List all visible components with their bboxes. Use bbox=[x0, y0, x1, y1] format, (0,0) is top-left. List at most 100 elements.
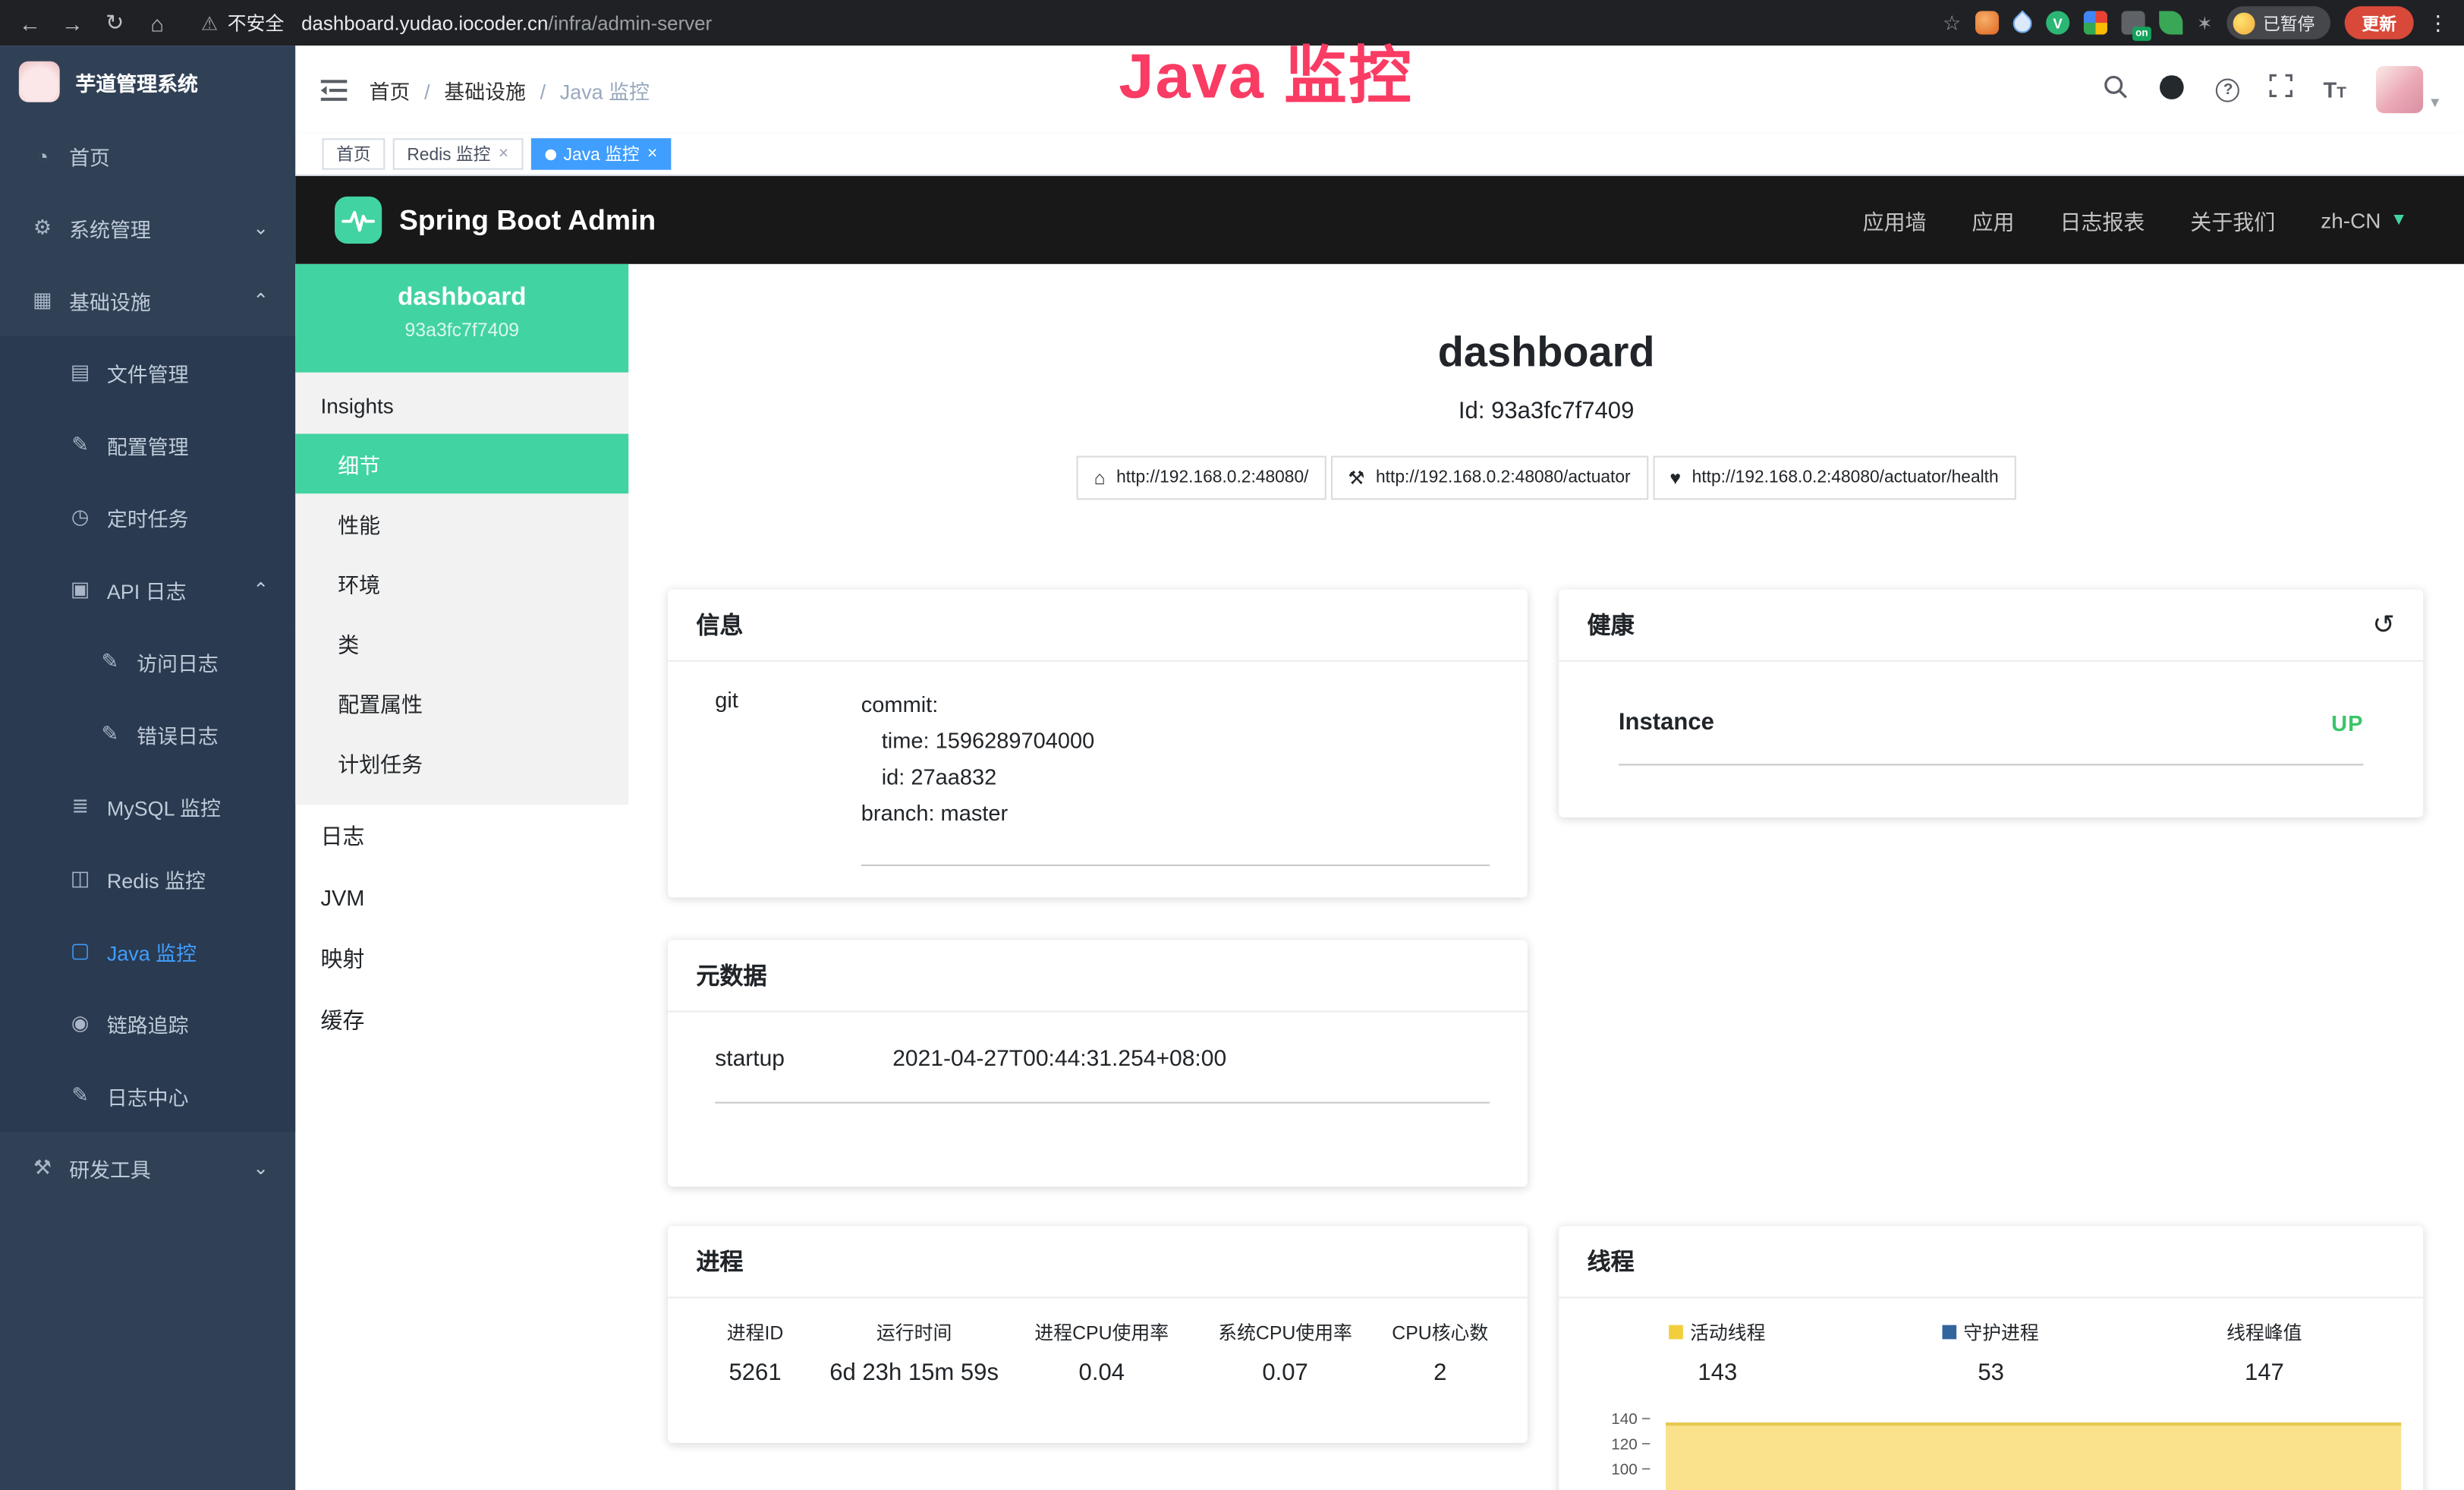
history-icon[interactable]: ↺ bbox=[2372, 609, 2395, 640]
sba-logo-icon bbox=[335, 197, 382, 244]
chevron-down-icon: ⌄ bbox=[253, 1157, 269, 1179]
process-col-uptime: 运行时间 6d 23h 15m 59s bbox=[820, 1318, 1008, 1386]
metadata-card-header: 元数据 bbox=[668, 940, 1528, 1012]
java-monitor-icon: ▢ bbox=[68, 938, 93, 963]
sba-main: dashboard Id: 93a3fc7f7409 ⌂ http://192.… bbox=[628, 264, 2464, 1490]
sidebar-item-access-log[interactable]: ✎ 访问日志 bbox=[0, 625, 295, 698]
instance-header[interactable]: dashboard 93a3fc7f7409 bbox=[295, 264, 628, 373]
sba-nav-about[interactable]: 关于我们 bbox=[2190, 204, 2275, 235]
warning-icon: ⚠ bbox=[201, 12, 218, 34]
leaf-extension-icon[interactable] bbox=[2159, 11, 2182, 34]
hamburger-icon[interactable] bbox=[295, 78, 369, 102]
sba-item-details[interactable]: 细节 bbox=[295, 434, 628, 494]
search-icon[interactable] bbox=[2104, 73, 2129, 106]
grid-extension-icon[interactable] bbox=[2084, 11, 2107, 34]
sba-item-environment[interactable]: 环境 bbox=[295, 553, 628, 613]
actuator-url-link[interactable]: ⚒ http://192.168.0.2:48080/actuator bbox=[1330, 456, 1647, 500]
site-security[interactable]: ⚠ 不安全 bbox=[201, 9, 284, 36]
legend-daemon-threads: 守护进程 53 bbox=[1854, 1318, 2127, 1386]
breadcrumb-infra[interactable]: 基础设施 bbox=[444, 74, 559, 104]
sidebar-item-redis[interactable]: ◫ Redis 监控 bbox=[0, 843, 295, 915]
annotation-java-monitor: Java 监控 bbox=[1119, 25, 1412, 116]
pin-extension-icon[interactable]: ✶ bbox=[2197, 12, 2213, 34]
forward-icon[interactable]: → bbox=[58, 10, 87, 35]
process-col-cores: CPU核心数 2 bbox=[1375, 1318, 1506, 1386]
breadcrumb-home[interactable]: 首页 bbox=[370, 74, 445, 104]
page-instance-id: Id: 93a3fc7f7409 bbox=[628, 398, 2464, 424]
github-icon[interactable] bbox=[2158, 71, 2186, 108]
close-icon[interactable]: × bbox=[647, 145, 657, 164]
close-icon[interactable]: × bbox=[499, 145, 508, 164]
sba-brand[interactable]: Spring Boot Admin bbox=[295, 197, 656, 244]
sidebar-item-infra[interactable]: ▦ 基础设施 ⌃ bbox=[0, 264, 295, 336]
threads-legend: 活动线程 143 守护进程 53 线程峰值 147 bbox=[1559, 1298, 2423, 1386]
sidebar-item-mysql[interactable]: ≣ MySQL 监控 bbox=[0, 770, 295, 843]
sidebar-item-api-log[interactable]: ▣ API 日志 ⌃ bbox=[0, 553, 295, 625]
admin-menu: ◔ 首页 ⚙ 系统管理 ⌄ ▦ 基础设施 ⌃ ▤ 文件管理 ✎ 配置管理 bbox=[0, 119, 295, 1204]
sba-item-logs[interactable]: 日志 bbox=[295, 805, 628, 866]
sba-item-classes[interactable]: 类 bbox=[295, 613, 628, 673]
process-col-system-cpu: 系统CPU使用率 0.07 bbox=[1195, 1318, 1374, 1386]
sba-item-config-props[interactable]: 配置属性 bbox=[295, 673, 628, 732]
health-instance-row[interactable]: Instance UP bbox=[1619, 709, 2364, 766]
refresh-icon[interactable]: ↻ bbox=[101, 9, 129, 36]
sidebar-item-config[interactable]: ✎ 配置管理 bbox=[0, 408, 295, 480]
sidebar-item-job[interactable]: ◷ 定时任务 bbox=[0, 481, 295, 553]
sba-item-metrics[interactable]: 性能 bbox=[295, 493, 628, 553]
sidebar-item-dev-tools[interactable]: ⚒ 研发工具 ⌄ bbox=[0, 1132, 295, 1204]
tag-java-monitor[interactable]: Java 监控 × bbox=[530, 138, 672, 169]
update-button[interactable]: 更新 bbox=[2345, 6, 2414, 39]
gauge-icon: ◔ bbox=[30, 143, 55, 167]
infra-icon: ▦ bbox=[30, 288, 55, 313]
help-icon[interactable]: ? bbox=[2217, 78, 2240, 102]
yellow-swatch-icon bbox=[1669, 1325, 1684, 1340]
home-icon[interactable]: ⌂ bbox=[143, 10, 171, 35]
tag-redis-monitor[interactable]: Redis 监控 × bbox=[393, 138, 523, 169]
v-extension-icon[interactable]: V bbox=[2046, 11, 2069, 34]
sidebar-item-log-center[interactable]: ✎ 日志中心 bbox=[0, 1060, 295, 1132]
sidebar-item-error-log[interactable]: ✎ 错误日志 bbox=[0, 698, 295, 770]
mysql-icon: ≣ bbox=[68, 794, 93, 819]
info-card: 信息 git commit: time: 1596289704000 id: 2… bbox=[668, 590, 1528, 898]
address-bar[interactable]: dashboard.yudao.iocoder.cn/infra/admin-s… bbox=[301, 12, 712, 34]
sba-item-scheduled-tasks[interactable]: 计划任务 bbox=[295, 732, 628, 792]
bookmark-star-icon[interactable]: ☆ bbox=[1943, 10, 1961, 35]
process-card-header: 进程 bbox=[668, 1226, 1528, 1298]
switch-extension-icon[interactable]: on bbox=[2121, 11, 2145, 34]
brand-name: 芋道管理系统 bbox=[75, 67, 198, 96]
locale-dropdown[interactable]: zh-CN ▼ bbox=[2321, 208, 2407, 232]
instance-id: 93a3fc7f7409 bbox=[295, 319, 628, 341]
smiley-avatar-icon bbox=[2233, 12, 2255, 34]
sidebar-item-home[interactable]: ◔ 首页 bbox=[0, 119, 295, 191]
sba-item-caches[interactable]: 缓存 bbox=[295, 989, 628, 1051]
brand[interactable]: 芋道管理系统 bbox=[0, 46, 295, 118]
chevron-up-icon: ⌃ bbox=[253, 578, 269, 600]
user-menu[interactable]: ▼ bbox=[2376, 66, 2442, 113]
heartbeat-icon: ♥ bbox=[1669, 467, 1681, 489]
sba-nav-applications[interactable]: 应用 bbox=[1972, 204, 2015, 235]
process-col-process-cpu: 进程CPU使用率 0.04 bbox=[1008, 1318, 1195, 1386]
threads-chart: 140 120 100 bbox=[1578, 1408, 2407, 1490]
drop-extension-icon[interactable] bbox=[2009, 9, 2035, 36]
screen: Java 监控 ← → ↻ ⌂ ⚠ 不安全 dashboard.yudao.io… bbox=[0, 0, 2464, 1490]
fullscreen-icon[interactable] bbox=[2270, 74, 2293, 105]
sba-item-mappings[interactable]: 映射 bbox=[295, 928, 628, 989]
sba-nav-wall[interactable]: 应用墙 bbox=[1863, 204, 1927, 235]
sidebar-item-java-monitor[interactable]: ▢ Java 监控 bbox=[0, 915, 295, 987]
font-size-icon[interactable]: TT bbox=[2323, 77, 2346, 102]
sba-nav-journal[interactable]: 日志报表 bbox=[2060, 204, 2145, 235]
browser-menu-icon[interactable]: ⋮ bbox=[2428, 10, 2448, 35]
sidebar-item-system[interactable]: ⚙ 系统管理 ⌄ bbox=[0, 192, 295, 264]
sba-item-jvm[interactable]: JVM bbox=[295, 866, 628, 928]
service-url-link[interactable]: ⌂ http://192.168.0.2:48080/ bbox=[1077, 456, 1326, 500]
tag-home[interactable]: 首页 bbox=[323, 138, 385, 169]
sidebar-item-file[interactable]: ▤ 文件管理 bbox=[0, 336, 295, 408]
sidebar-item-trace[interactable]: ◉ 链路追踪 bbox=[0, 987, 295, 1059]
threads-card-header: 线程 bbox=[1559, 1226, 2423, 1298]
error-log-icon: ✎ bbox=[97, 721, 122, 746]
health-url-link[interactable]: ♥ http://192.168.0.2:48080/actuator/heal… bbox=[1653, 456, 2016, 500]
process-table: 进程ID 5261 运行时间 6d 23h 15m 59s 进程CPU使用率 0… bbox=[668, 1298, 1528, 1386]
back-icon[interactable]: ← bbox=[16, 10, 44, 35]
profile-paused-chip[interactable]: 已暂停 bbox=[2226, 6, 2330, 39]
fox-extension-icon[interactable] bbox=[1975, 11, 1999, 34]
